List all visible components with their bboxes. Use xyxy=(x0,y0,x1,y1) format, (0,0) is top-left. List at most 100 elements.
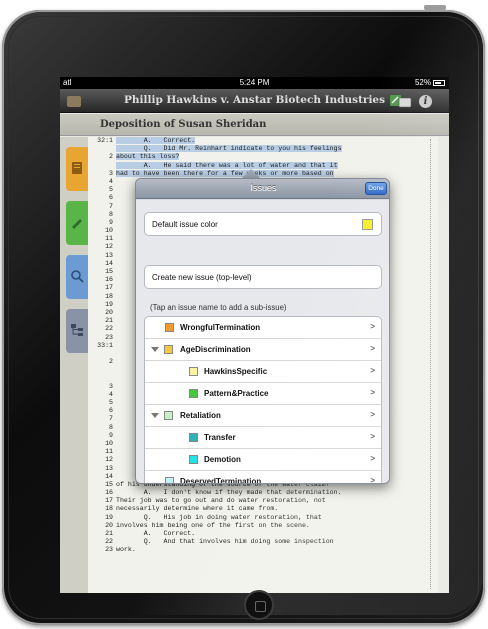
line-number: 4 xyxy=(109,390,113,398)
transcript-line: A. He said there was a lot of water and … xyxy=(88,161,438,170)
create-issue-button[interactable]: Create new issue (top-level) xyxy=(144,265,382,289)
line-number: 11 xyxy=(105,448,113,456)
home-button[interactable] xyxy=(244,590,274,620)
sleep-button[interactable] xyxy=(424,5,446,10)
notebook-icon xyxy=(72,162,82,174)
issue-name[interactable]: Retaliation xyxy=(180,411,221,420)
transcript-line: 21 A. Correct. xyxy=(88,530,438,538)
transcript-line: 3 had to have been there for a few weeks … xyxy=(88,169,438,178)
line-number: 18 xyxy=(105,292,113,300)
issue-row[interactable]: WrongfulTermination > xyxy=(145,317,381,339)
issue-color-swatch[interactable] xyxy=(165,323,174,332)
line-number: 9 xyxy=(109,218,113,226)
transcript-line: Q. Did Mr. Reinhart indicate to you his … xyxy=(88,145,438,153)
done-button[interactable]: Done xyxy=(365,182,387,195)
issue-row[interactable]: AgeDiscrimination > xyxy=(145,339,381,361)
line-number: 20 xyxy=(105,308,113,316)
battery-indicator: 52% xyxy=(415,77,445,89)
chevron-right-icon[interactable]: > xyxy=(370,476,375,483)
default-issue-color-row[interactable]: Default issue color xyxy=(144,212,382,236)
issue-name[interactable]: Transfer xyxy=(204,433,236,442)
issue-name[interactable]: Pattern&Practice xyxy=(204,389,268,398)
line-number: 20 xyxy=(105,521,113,529)
line-number: 22 xyxy=(105,325,113,333)
issue-list[interactable]: WrongfulTermination > AgeDiscrimination > Ha… xyxy=(144,316,382,483)
transcript-line: 16 A. I don't know if they made that det… xyxy=(88,489,438,497)
issue-color-swatch[interactable] xyxy=(164,345,173,354)
issue-row[interactable]: Demotion > xyxy=(145,449,381,471)
line-number: 2 xyxy=(109,358,113,366)
line-number: 15 xyxy=(105,268,113,275)
issue-name[interactable]: AgeDiscrimination xyxy=(180,345,251,354)
line-text: Q. His job in doing water restoration, t… xyxy=(116,513,322,521)
issues-popover: Issues Done Default issue color Create n… xyxy=(135,178,390,484)
scroll-track[interactable] xyxy=(430,139,438,589)
popover-body: Default issue color Create new issue (to… xyxy=(136,200,389,483)
battery-percent: 52% xyxy=(414,78,431,87)
chevron-right-icon[interactable]: > xyxy=(370,366,375,375)
line-text: Q. And that involves him doing some insp… xyxy=(116,538,334,546)
chevron-right-icon[interactable]: > xyxy=(370,388,375,397)
chevron-right-icon[interactable]: > xyxy=(370,344,375,353)
tab-annotate[interactable] xyxy=(66,201,88,245)
line-text: had to have been there for a few weeks o… xyxy=(116,169,334,177)
issue-row[interactable]: Transfer > xyxy=(145,427,381,449)
issue-name[interactable]: HawkinsSpecific xyxy=(204,367,267,376)
line-number: 4 xyxy=(109,177,113,185)
tab-notes[interactable] xyxy=(66,147,88,191)
line-text: A. He said there was a lot of water and … xyxy=(116,161,338,169)
side-tabs xyxy=(60,137,88,593)
line-number: 19 xyxy=(105,513,113,521)
line-number: 3 xyxy=(109,169,113,177)
line-number: 11 xyxy=(105,235,113,243)
transcript-line: 20 involves him being one of the first on… xyxy=(88,522,438,530)
line-number: 5 xyxy=(109,186,113,194)
issue-color-swatch[interactable] xyxy=(165,477,174,483)
line-number: 10 xyxy=(105,227,113,235)
pencil-icon xyxy=(72,219,82,229)
line-number: 12 xyxy=(105,456,113,464)
line-number: 22 xyxy=(105,538,113,546)
line-text: A. I don't know if they made that determ… xyxy=(116,489,342,497)
transcript-line: 32:1 A. Correct. xyxy=(88,137,438,145)
status-time: 5:24 PM xyxy=(239,78,270,87)
default-issue-color-label: Default issue color xyxy=(152,220,218,229)
line-number: 7 xyxy=(109,415,113,423)
tree-icon xyxy=(71,324,83,336)
transcript-line: 23 work. xyxy=(88,546,438,554)
issue-row[interactable]: DeservedTermination > xyxy=(145,471,381,483)
transcript-line: 19 Q. His job in doing water restoration… xyxy=(88,514,438,522)
info-icon[interactable]: i xyxy=(419,95,432,108)
issue-name[interactable]: WrongfulTermination xyxy=(180,323,260,332)
line-number: 33:1 xyxy=(97,341,113,349)
issue-color-swatch[interactable] xyxy=(189,389,198,398)
chevron-right-icon[interactable]: > xyxy=(370,454,375,463)
issue-name[interactable]: Demotion xyxy=(204,455,241,464)
issue-color-swatch[interactable] xyxy=(164,411,173,420)
sync-icon[interactable] xyxy=(390,95,412,108)
issue-row[interactable]: Pattern&Practice > xyxy=(145,383,381,405)
issue-color-swatch[interactable] xyxy=(189,433,198,442)
popover-title: Issues xyxy=(250,183,277,193)
line-number: 7 xyxy=(109,202,113,210)
chevron-right-icon[interactable]: > xyxy=(370,322,375,331)
tab-issues[interactable] xyxy=(66,309,88,353)
chevron-right-icon[interactable]: > xyxy=(370,410,375,419)
line-text: A. Correct. xyxy=(116,530,196,537)
line-text: involves him being one of the first on t… xyxy=(116,521,310,529)
issue-row[interactable]: Retaliation > xyxy=(145,405,381,427)
line-number: 6 xyxy=(109,194,113,202)
default-color-swatch[interactable] xyxy=(362,219,373,230)
tab-search[interactable] xyxy=(66,255,88,299)
issue-color-swatch[interactable] xyxy=(189,455,198,464)
issue-row[interactable]: HawkinsSpecific > xyxy=(145,361,381,383)
popover-title-bar: Issues Done xyxy=(136,179,389,199)
transcript-line: 18 necessarily determine where it came fr… xyxy=(88,505,438,513)
disclosure-triangle-icon[interactable] xyxy=(151,347,159,352)
issue-name[interactable]: DeservedTermination xyxy=(180,477,261,483)
chevron-right-icon[interactable]: > xyxy=(370,432,375,441)
line-text: about this loss? xyxy=(116,153,180,161)
disclosure-triangle-icon[interactable] xyxy=(151,413,159,418)
issue-color-swatch[interactable] xyxy=(189,367,198,376)
line-text: Their job was to go out and do water res… xyxy=(116,497,326,505)
